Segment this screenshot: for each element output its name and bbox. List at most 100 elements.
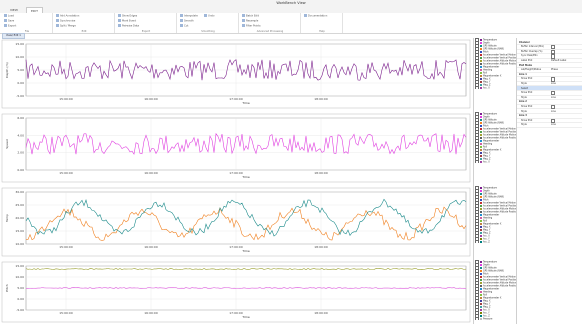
y-tick-label: 30.00 [15,190,24,194]
property-value[interactable]: Line [551,96,556,99]
x-axis-label: Time [241,175,249,179]
x-tick-label: 17:00:00 [229,97,243,101]
y-axis-label: Speed [5,139,9,149]
ribbon-button[interactable]: Filter Points [242,24,261,28]
y-tick-label: 15.00 [15,264,24,268]
y-axis-label: Temp [5,214,9,223]
x-axis-label: Time [241,315,249,319]
ribbon-button[interactable]: Smooth [180,19,194,23]
legend-item[interactable]: Acc. Z [474,240,516,243]
x-tick-label: 16:00:00 [144,245,158,249]
plot-area [25,117,467,171]
y-tick-label: 0.00 [17,168,24,172]
tool-icon [118,19,121,22]
legend-item[interactable]: Acc. X [474,160,516,163]
property-name: Style [521,109,527,113]
ribbon-button[interactable]: Interpolate [180,14,198,18]
y-tick-label: 25.00 [15,203,24,207]
ribbon-button-label: Documentation [308,14,328,18]
ribbon-button[interactable]: Show Edges [118,14,137,18]
legend-checkbox[interactable] [475,160,479,163]
property-name: Style [521,95,527,99]
property-name: Show Plot [521,77,533,81]
ribbon-button[interactable]: Export [4,24,16,28]
y-tick-label: -5.00 [16,308,24,312]
x-tick-label: 16:00:00 [144,171,158,175]
color-swatch-icon [480,161,482,163]
property-name: Lat/Height/Status [521,68,542,72]
color-swatch-icon [480,318,482,320]
ribbon-button[interactable]: Mark Event [118,19,136,23]
y-tick-label: 10.00 [15,55,24,59]
ribbon-button-label: Undo [208,14,215,18]
y-tick-label: 5.00 [17,286,24,290]
y-tick-label: 5.00 [17,68,24,72]
y-axis-label: Depth (m) [5,62,9,77]
y-tick-label: 2.00 [17,151,24,155]
property-name: Plot Mode [519,63,533,67]
tool-icon [56,24,59,27]
y-tick-label: 4.00 [17,133,24,137]
window-title: WorkBench View [276,1,306,5]
property-name: Line 1 [519,72,527,76]
y-tick-label: 0.00 [17,297,24,301]
ribbon-button-label: Batch Edit [246,14,259,18]
ribbon-button[interactable]: Load [4,14,14,18]
ribbon-group: Batch Edit Resample Filter Points Advanced … [240,13,301,33]
ribbon-button[interactable]: Pairwise Data [118,24,139,28]
legend-checkbox[interactable] [475,317,479,320]
property-name: Buffer Overlap (%) [521,49,543,53]
property-value[interactable]: Line [551,110,556,113]
property-row[interactable]: Style Line [517,123,582,128]
ribbon-button[interactable]: Cut [180,24,188,28]
legend-label: Acc. Z [483,240,490,244]
ribbon-button[interactable]: Split / Merge [56,24,76,28]
color-swatch-icon [480,87,482,89]
legend-item[interactable]: Pressure [474,317,516,320]
y-tick-label: 0.00 [17,81,24,85]
legend-label: Acc. X [483,86,490,90]
ribbon-button-label: Save [8,19,15,23]
property-value[interactable]: Line [551,82,556,85]
x-tick-label: 17:00:00 [229,171,243,175]
tool-icon [118,14,121,17]
ribbon-button[interactable]: Documentation [304,14,327,18]
ribbon-button-label: Mark Event [122,19,137,23]
y-axis-label: Pitch [5,284,9,291]
ribbon-button[interactable]: Batch Edit [242,14,259,18]
x-tick-label: 18:00:00 [314,311,328,315]
ribbon-button[interactable]: Synchronise [56,19,75,23]
ribbon-button-label: Resample [246,19,259,23]
ribbon-button-label: Load [8,14,14,18]
x-tick-label: 15:00:00 [59,311,73,315]
property-value[interactable]: Default Label [551,59,566,62]
tool-icon [180,24,183,27]
plots-area: 15.00 10.00 5.00 0.00 -5.00 15:00:00 16:00:00 1… [1,39,471,323]
ribbon-group-label: Help [319,30,325,33]
tool-icon [4,14,7,17]
legend-group: Temperature Depth GPS Altitude GPS Altitude… [474,186,516,243]
legend-checkbox[interactable] [475,86,479,89]
ribbon-group: Show Edges Mark Event Pairwise Data Export [116,13,177,33]
property-name: Style [521,123,527,127]
legend-group: Temperature Depth GPS Altitude GPS Altitude… [474,260,516,320]
ribbon-button[interactable]: Undo [204,14,215,18]
ribbon-button-label: Split / Merge [60,24,76,28]
x-tick-label: 17:00:00 [229,311,243,315]
y-tick-label: 6.00 [17,116,24,120]
ribbon-button[interactable]: Save [4,19,14,23]
property-value[interactable]: Line [551,123,556,126]
property-name: Show Plot [521,104,533,108]
x-tick-label: 17:00:00 [229,245,243,249]
legend-checkbox[interactable] [475,240,479,243]
ribbon-button-label: Add Annotation [60,14,80,18]
ribbon-group: Documentation Help [302,13,343,33]
ribbon-group: Interpolate Smooth Cut Undo Smoothing [178,13,239,33]
ribbon-group: Add Annotation Synchronise Split / Merge Ed… [54,13,115,33]
legend-item[interactable]: Acc. X [474,86,516,89]
tool-icon [242,14,245,17]
ribbon-button[interactable]: Resample [242,19,258,23]
ribbon-button[interactable]: Add Annotation [56,14,79,18]
property-value[interactable]: Phase [551,68,558,71]
x-axis-label: Time [241,249,249,253]
